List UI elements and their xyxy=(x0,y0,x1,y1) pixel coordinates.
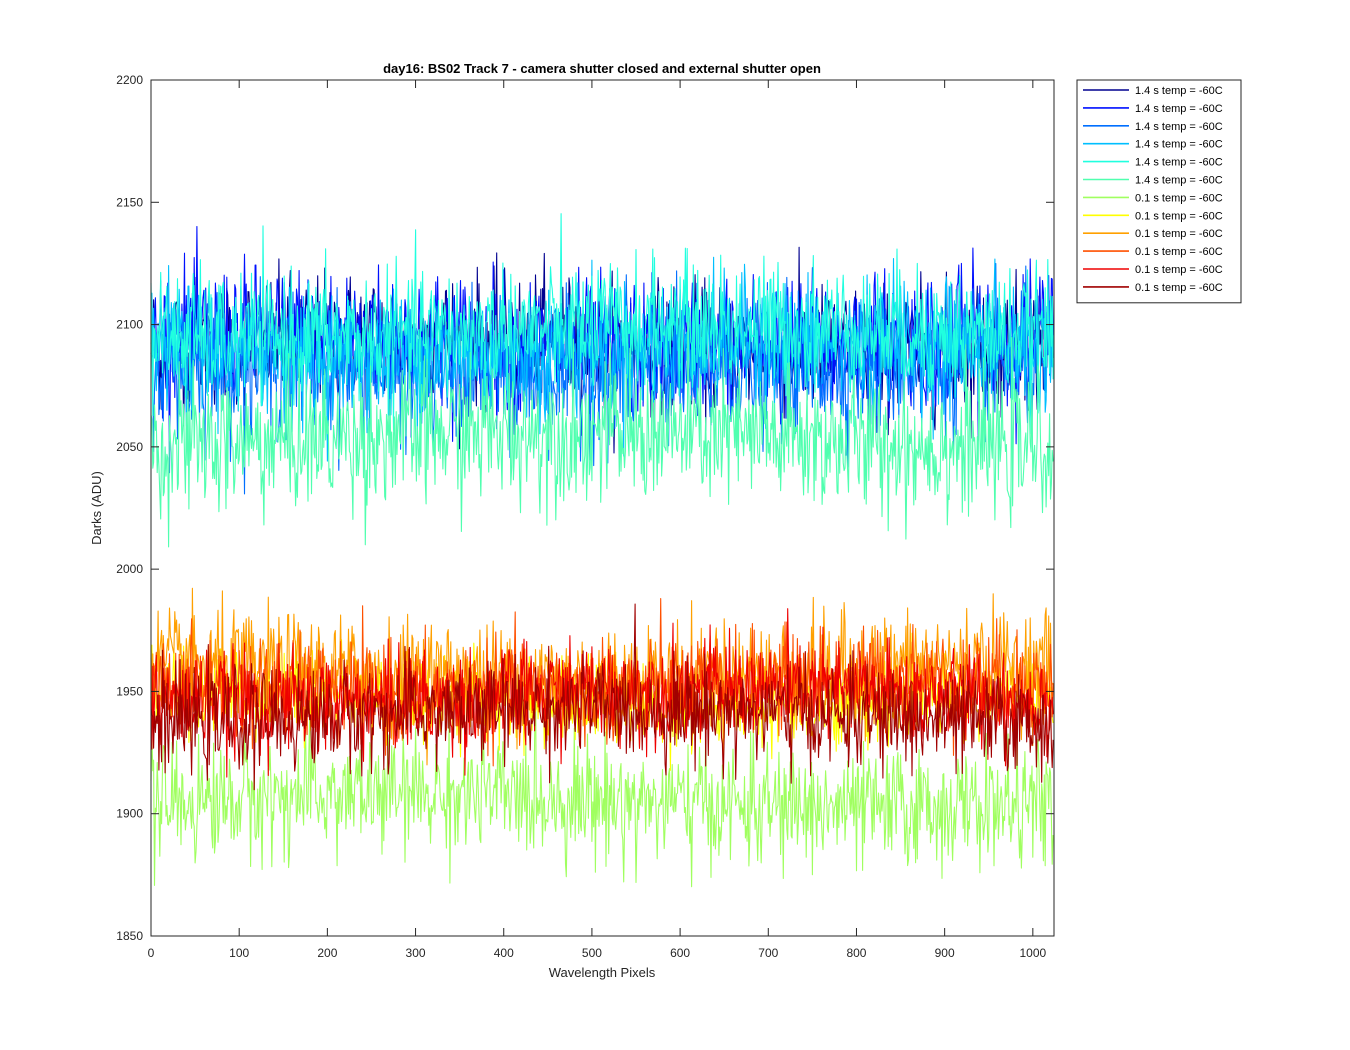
legend-entry: 1.4 s temp = -60C xyxy=(1135,103,1223,115)
x-tick-label: 0 xyxy=(148,946,155,960)
y-tick-label: 2000 xyxy=(116,562,143,576)
x-axis-ticks: 0 100 200 300 400 500 600 700 800 900 1000 xyxy=(148,80,1047,960)
chart: 0 100 200 300 400 500 600 700 800 900 1000 1850 190… xyxy=(89,61,1242,980)
x-tick-label: 100 xyxy=(229,946,249,960)
legend-entry: 0.1 s temp = -60C xyxy=(1135,192,1223,204)
legend: 1.4 s temp = -60C 1.4 s temp = -60C 1.4 s … xyxy=(1076,79,1242,304)
legend-entry: 1.4 s temp = -60C xyxy=(1135,139,1223,151)
legend-entry: 0.1 s temp = -60C xyxy=(1135,246,1223,258)
y-axis-label: Darks (ADU) xyxy=(89,471,104,545)
y-tick-label: 1950 xyxy=(116,684,143,698)
legend-entry: 0.1 s temp = -60C xyxy=(1135,228,1223,240)
x-tick-label: 200 xyxy=(317,946,337,960)
x-tick-label: 800 xyxy=(846,946,866,960)
x-axis-label: Wavelength Pixels xyxy=(549,965,656,980)
legend-entry: 1.4 s temp = -60C xyxy=(1135,175,1223,187)
x-tick-label: 700 xyxy=(758,946,778,960)
y-tick-label: 1850 xyxy=(116,929,143,943)
x-tick-label: 300 xyxy=(406,946,426,960)
legend-entry: 1.4 s temp = -60C xyxy=(1135,121,1223,133)
legend-entry: 0.1 s temp = -60C xyxy=(1135,210,1223,222)
y-tick-label: 2150 xyxy=(116,195,143,209)
plot-series xyxy=(150,213,1054,888)
y-tick-label: 2050 xyxy=(116,440,143,454)
legend-entry: 0.1 s temp = -60C xyxy=(1135,264,1223,276)
y-tick-label: 2200 xyxy=(116,73,143,87)
x-tick-label: 400 xyxy=(494,946,514,960)
chart-title: day16: BS02 Track 7 - camera shutter clo… xyxy=(383,61,821,76)
y-tick-label: 2100 xyxy=(116,318,143,332)
x-tick-label: 500 xyxy=(582,946,602,960)
x-tick-label: 600 xyxy=(670,946,690,960)
x-tick-label: 1000 xyxy=(1019,946,1046,960)
legend-entry: 0.1 s temp = -60C xyxy=(1135,282,1223,294)
legend-entry: 1.4 s temp = -60C xyxy=(1135,85,1223,97)
x-tick-label: 900 xyxy=(935,946,955,960)
legend-entry: 1.4 s temp = -60C xyxy=(1135,157,1223,169)
y-tick-label: 1900 xyxy=(116,807,143,821)
